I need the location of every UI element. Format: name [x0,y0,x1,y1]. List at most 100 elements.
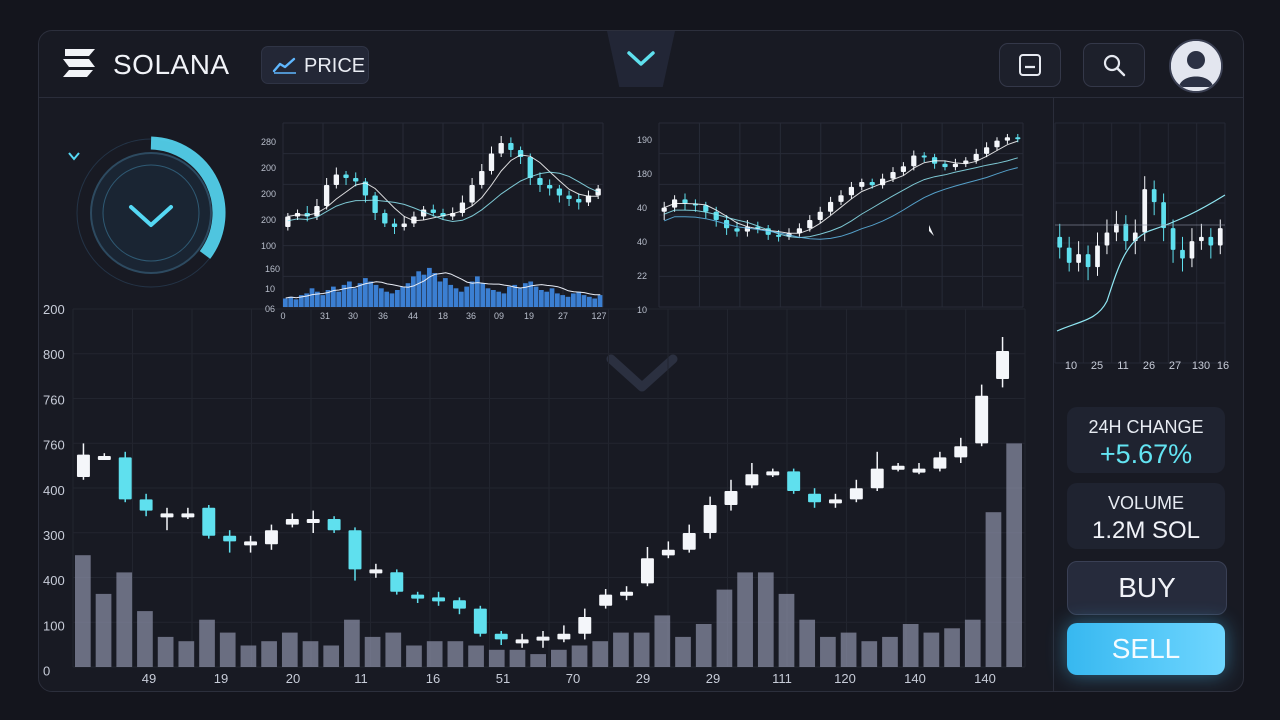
candle-body [682,199,688,204]
x-tick-label: 29 [636,671,650,686]
mini-volume-bar [384,291,390,307]
mini-volume-bar [453,288,459,307]
candle-body [306,519,320,523]
volume-bar [240,645,257,667]
x-tick-label: 11 [1117,360,1128,372]
x-tick-label: 44 [408,311,418,321]
candle-body [547,185,553,189]
y-tick-label: 100 [43,618,65,633]
candle-body [661,207,667,212]
x-tick-label: 27 [1169,360,1181,372]
cursor-icon [929,225,934,236]
volume-bar [840,632,857,667]
candle-body [954,446,968,458]
x-tick-label: 30 [348,311,358,321]
candle-body [411,594,425,599]
candle-body [391,223,398,227]
candle-body [557,633,571,640]
x-tick-label: 49 [142,671,156,686]
candle-body [808,493,822,503]
candle-body [1161,202,1166,229]
x-tick-label: 70 [566,671,580,686]
candle-body [1015,137,1021,140]
x-tick-label: 11 [354,671,368,686]
y-tick-label: 300 [43,528,65,543]
y-tick-label: 0 [43,664,50,679]
mini-volume-bar [437,281,443,307]
volume-bar [757,572,774,667]
y-tick-label: 200 [261,163,276,173]
candle-body [891,465,905,470]
y-tick-label: 400 [43,483,65,498]
candle-body [1004,137,1010,141]
mini-volume-bar [560,295,566,307]
mini-volume-bar [555,293,560,307]
candle-body [724,491,738,505]
candle-body [244,541,258,546]
x-tick-label: 36 [466,311,476,321]
mini-volume-bar [501,293,507,307]
volume-bar [551,649,567,667]
candle-body [576,199,582,203]
candle-body [682,533,696,550]
sell-button[interactable]: SELL [1067,623,1225,675]
candle-body [452,600,466,609]
x-tick-label: 27 [558,311,568,321]
charts-canvas: 2008007607604003004001000 49 19 20 11 16 51 70 2… [43,122,1229,686]
candle-body [975,395,989,444]
candle-body [703,505,717,533]
mini-volume-bar [373,284,379,307]
y-tick-label: 800 [43,347,65,362]
mini-volume-bar [352,288,358,307]
candle-body [828,499,842,504]
volume-bar [923,632,940,667]
candle-body [401,223,407,227]
volume-bar [137,611,153,667]
candle-body [911,155,917,167]
candle-body [952,163,958,168]
candle-body [1104,232,1110,246]
mini-volume-bar [411,276,416,307]
buy-button[interactable]: BUY [1067,561,1227,615]
candle-body [1151,189,1157,203]
candle-body [807,220,813,229]
mini-volume-bar [469,281,475,307]
candle-body [734,228,740,232]
candle-body [1217,228,1223,246]
volume-bar [530,654,546,667]
mini-volume-bar [331,286,336,307]
candle-body [537,178,543,185]
mini-volume-bar [549,288,555,307]
candle-body [202,507,216,536]
volume-bar [75,555,91,667]
volume-bar [219,632,236,667]
mini-volume-bar [427,267,432,307]
mini-volume-bar [309,288,315,307]
x-tick-label: 36 [378,311,388,321]
volume-bar [344,619,360,667]
x-tick-label: 10 [1065,360,1077,372]
x-tick-label: 16 [426,671,440,686]
candle-body [1095,245,1100,268]
candle-body [536,636,550,641]
x-tick-label: 0 [280,311,285,321]
mini-volume-bar [581,295,587,307]
candle-body [828,201,834,212]
candle-body [566,195,572,199]
candle-body [1189,241,1195,259]
volume-bar [861,641,878,667]
candle-body [1123,223,1129,242]
volume-bar [592,641,609,667]
mini-volume-bar [517,288,523,307]
progress-gauge[interactable] [68,136,226,288]
mini-volume-bar [448,284,454,307]
candle-body [160,513,174,518]
volume-bar [902,624,919,667]
mini-volume-bar [592,298,598,307]
candle-body [181,513,195,518]
candle-body [333,174,339,185]
y-tick-label: 760 [43,438,65,453]
x-tick-label: 130 [1192,360,1210,372]
candle-body [912,468,926,473]
mini-volume-bar [491,290,496,307]
